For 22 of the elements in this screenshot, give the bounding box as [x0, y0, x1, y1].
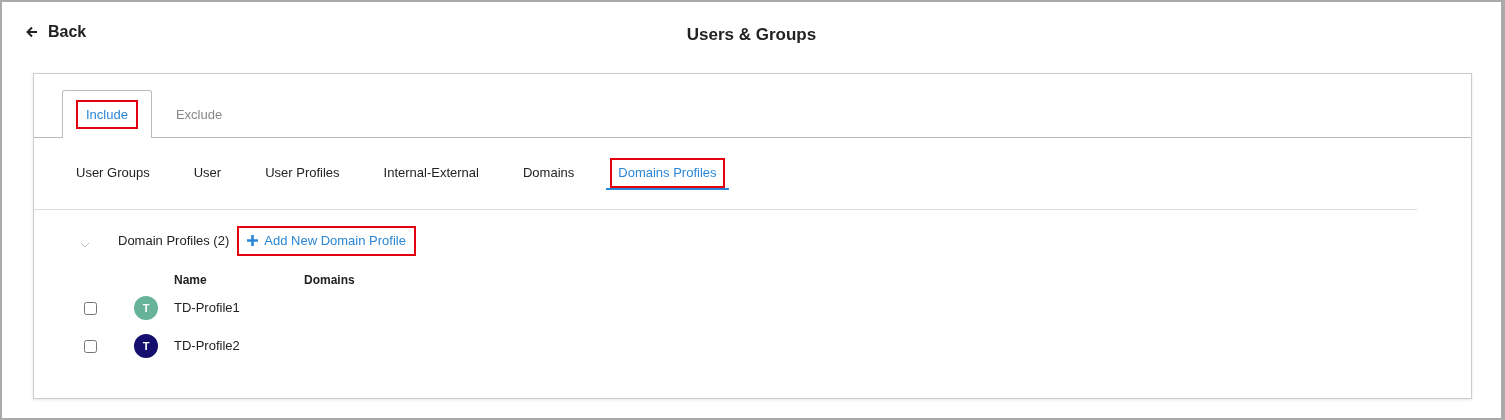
profile-name: TD-Profile2	[174, 338, 240, 354]
column-header: Domains	[304, 271, 355, 289]
back-link[interactable]: Back	[26, 20, 87, 44]
subtab[interactable]: Domains Profiles	[606, 158, 729, 190]
row-checkbox[interactable]	[84, 301, 97, 315]
page-title: Users & Groups	[686, 25, 817, 44]
profile-name: TD-Profile1	[174, 300, 240, 316]
avatar: T	[134, 296, 158, 320]
column-header: Name	[174, 271, 207, 289]
subtab[interactable]: User	[181, 158, 234, 190]
avatar: T	[134, 334, 158, 358]
section-title: Domain Profiles (2)	[118, 232, 230, 250]
subtab[interactable]: User Profiles	[253, 158, 352, 190]
row-checkbox[interactable]	[84, 339, 97, 353]
tab[interactable]: Include	[62, 90, 152, 138]
plus-icon	[247, 235, 259, 247]
subtab[interactable]: Internal-External	[371, 158, 491, 190]
add-button[interactable]: Add New Domain Profile	[239, 228, 414, 254]
back-arrow-icon	[26, 26, 38, 38]
tab[interactable]: Exclude	[151, 90, 247, 138]
subtab[interactable]: User Groups	[64, 158, 162, 190]
subtab[interactable]: Domains	[510, 158, 587, 190]
